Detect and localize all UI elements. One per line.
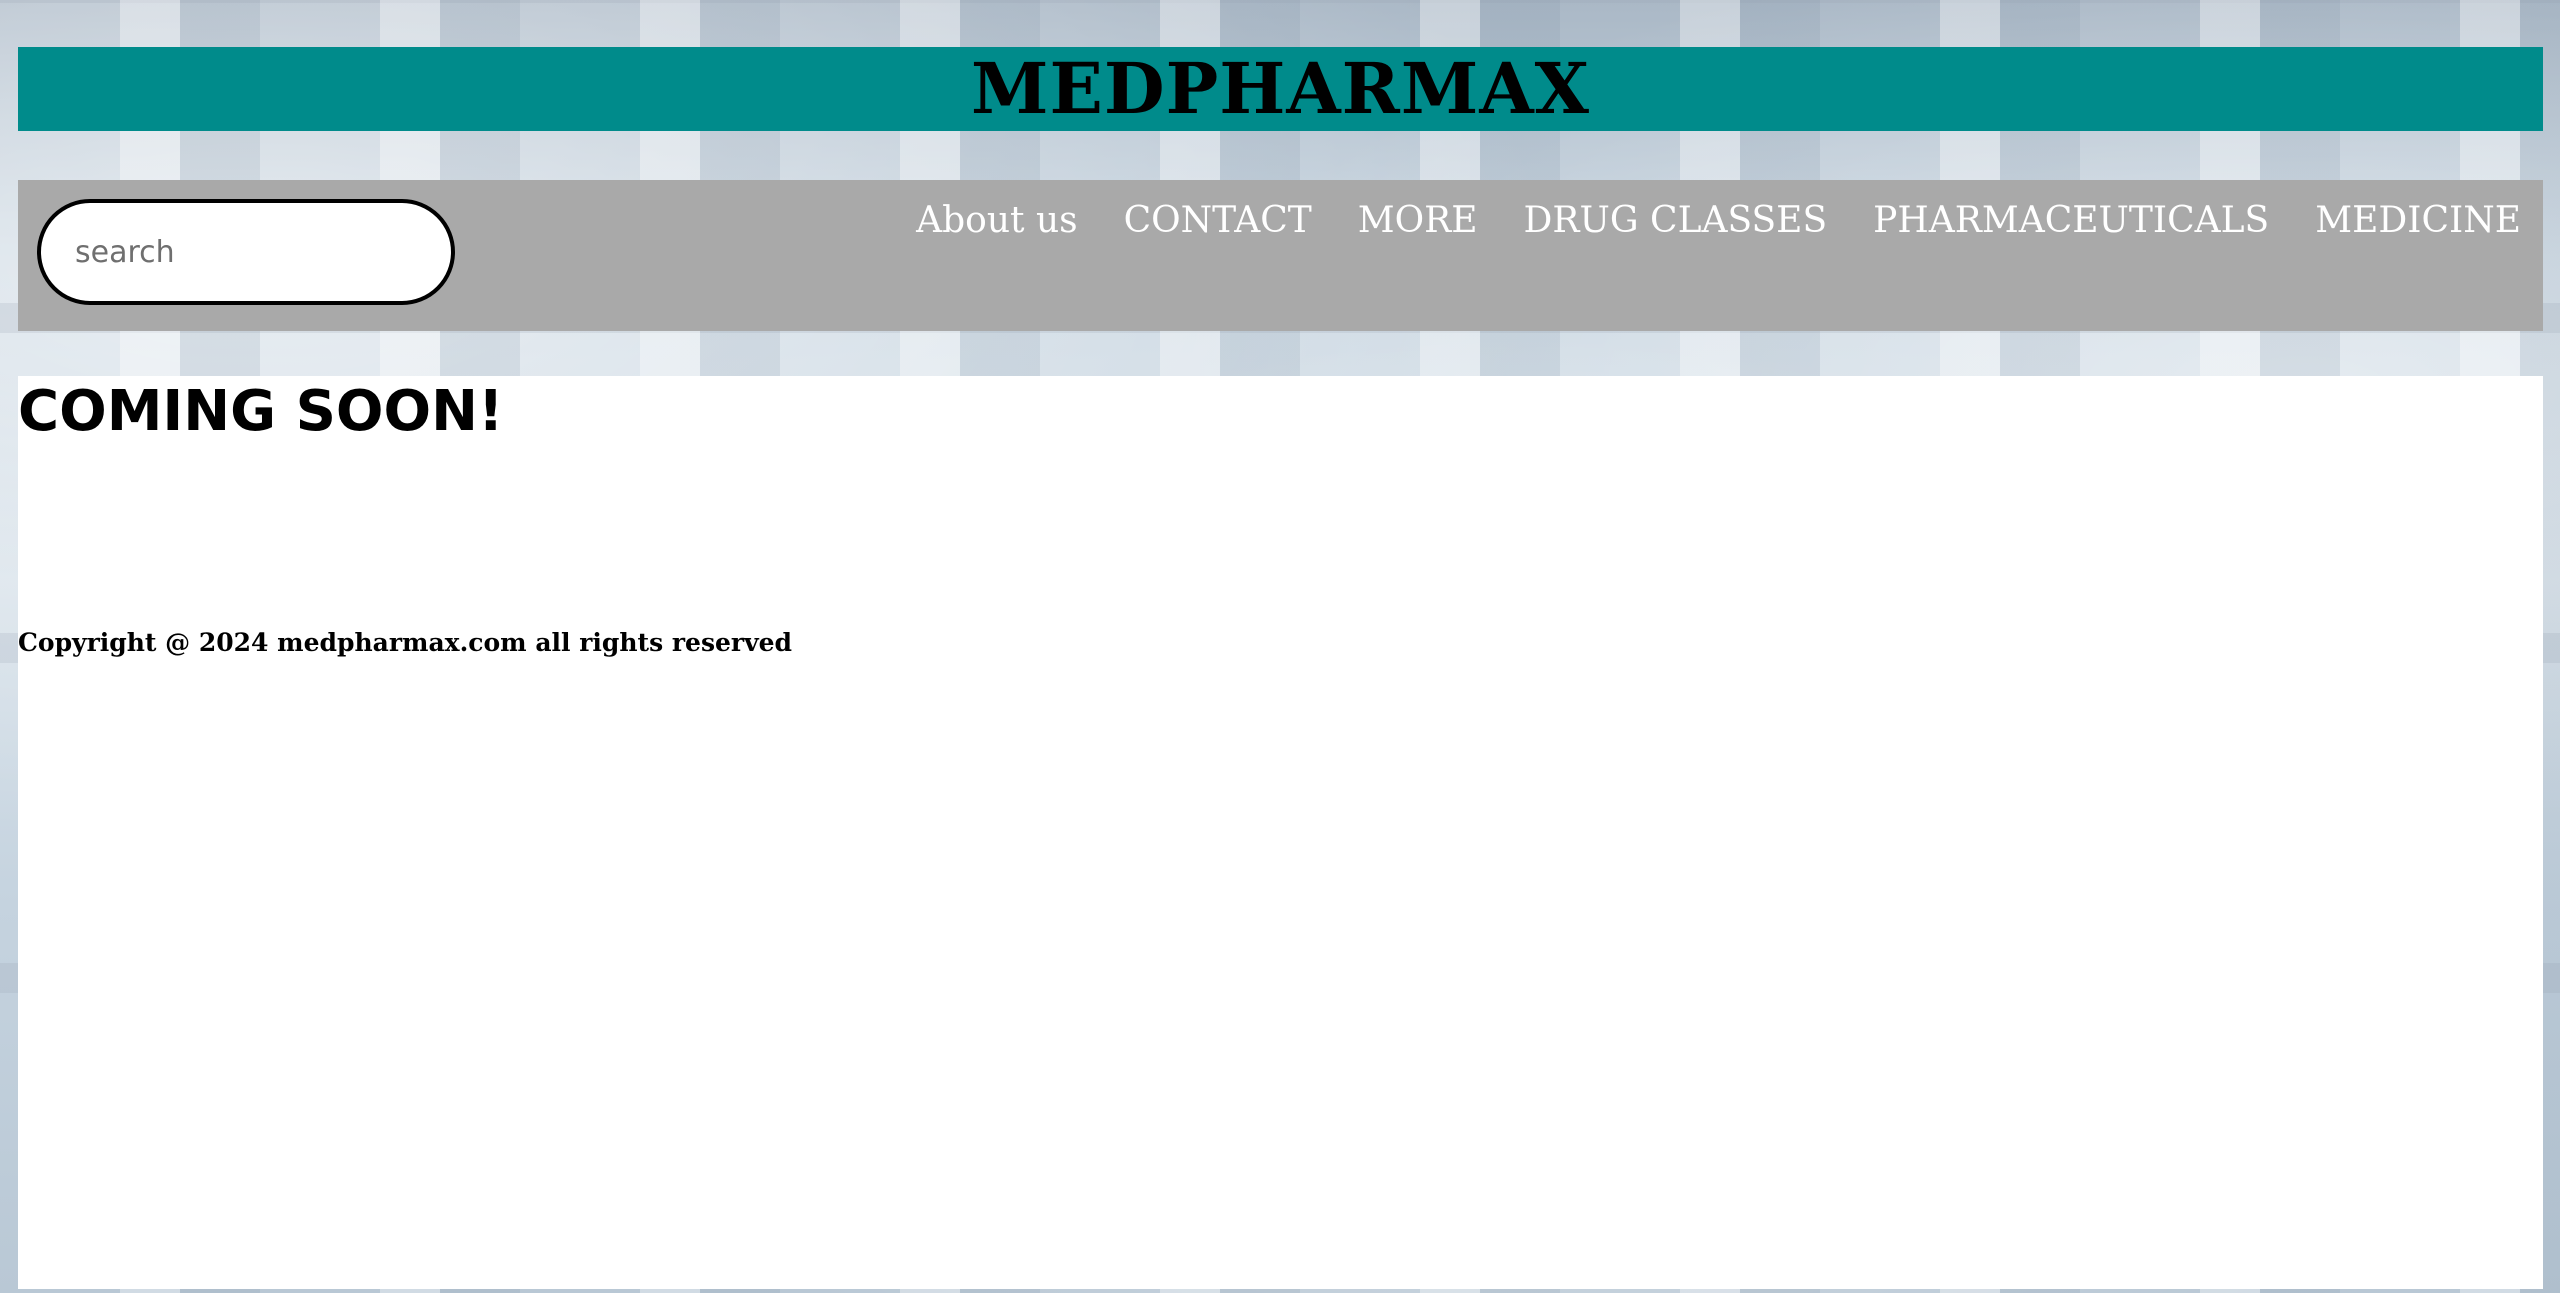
copyright-text: Copyright @ 2024 medpharmax.com all righ… — [18, 628, 793, 657]
main-content: COMING SOON! Copyright @ 2024 medpharmax… — [18, 376, 2543, 1289]
nav-link-pharmaceuticals[interactable]: PHARMACEUTICALS — [1873, 200, 2269, 241]
site-title: MEDPHARMAX — [971, 47, 1590, 130]
nav-item-contact: CONTACT — [1124, 200, 1312, 241]
coming-soon-heading: COMING SOON! — [18, 379, 504, 444]
nav-link-about-us[interactable]: About us — [916, 200, 1077, 241]
nav-item-medicine: MEDICINE — [2315, 200, 2521, 241]
nav-link-more[interactable]: MORE — [1358, 200, 1478, 241]
nav-links: About us CONTACT MORE DRUG CLASSES PHARM… — [916, 200, 2521, 241]
nav-item-drug-classes: DRUG CLASSES — [1524, 200, 1828, 241]
nav-item-about-us: About us — [916, 200, 1077, 241]
nav-link-medicine[interactable]: MEDICINE — [2315, 200, 2521, 241]
nav-link-contact[interactable]: CONTACT — [1124, 200, 1312, 241]
navigation-bar: About us CONTACT MORE DRUG CLASSES PHARM… — [18, 180, 2543, 331]
nav-link-drug-classes[interactable]: DRUG CLASSES — [1524, 200, 1828, 241]
search-input[interactable] — [37, 199, 455, 305]
nav-item-more: MORE — [1358, 200, 1478, 241]
site-header: MEDPHARMAX — [18, 47, 2543, 131]
nav-item-pharmaceuticals: PHARMACEUTICALS — [1873, 200, 2269, 241]
